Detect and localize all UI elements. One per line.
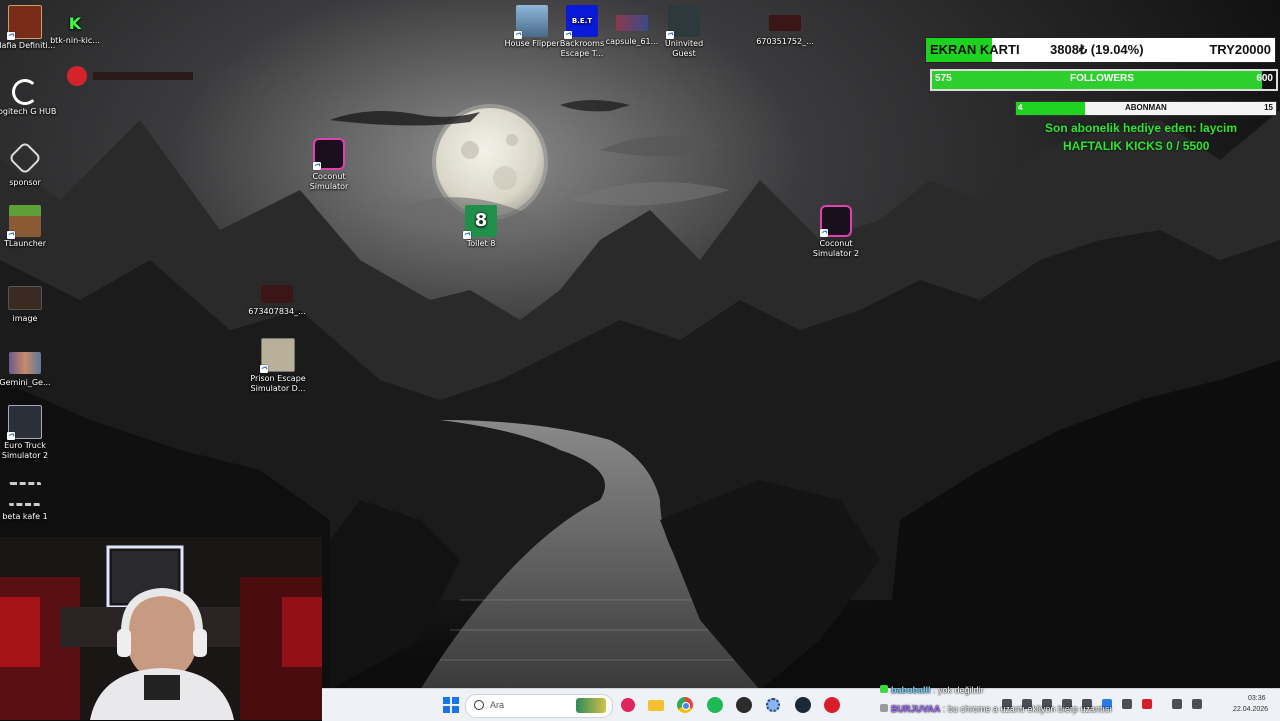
obs-icon[interactable] (733, 694, 755, 716)
weekly-kicks-text: HAFTALIK KICKS 0 / 5500 (1063, 139, 1210, 153)
desktop-icon-label: Euro Truck Simulator 2 (1, 441, 49, 460)
sponsor-icon (8, 141, 42, 175)
chat-username: BURJUVAA (891, 704, 941, 714)
desktop-icon-label: Coconut Simulator 2 (812, 239, 860, 258)
taskbar: Ara 03:36 22.04.2026 (322, 688, 1280, 721)
gpu-goal-target: TRY20000 (1209, 42, 1271, 57)
toilet-8-icon: 8 (463, 205, 497, 239)
desktop-icon-logitech[interactable]: Logitech G HUB (0, 75, 57, 117)
followers-goal: 575 FOLLOWERS 600 (930, 69, 1278, 91)
image-thumb-icon (769, 15, 801, 31)
desktop-icon-image[interactable]: image (0, 282, 57, 324)
followers-goal-value: 600 (1256, 73, 1273, 84)
chat-text: : yok değildir (933, 685, 984, 695)
tlauncher-icon (7, 205, 41, 239)
gpu-donation-goal: EKRAN KARTI 3808₺ (19.04%) TRY20000 (925, 37, 1276, 63)
uninvited-guest-icon (666, 5, 700, 39)
desktop-icon-toilet8[interactable]: 8 Toilet 8 (449, 205, 513, 249)
tray-icon[interactable] (1192, 699, 1202, 709)
desktop-icon-label: image (12, 314, 38, 323)
house-flipper-icon (514, 5, 548, 39)
desktop-icon-label: 670351752_... (756, 37, 814, 46)
webcam-feed (0, 537, 322, 720)
tray-icon[interactable] (1142, 699, 1152, 709)
backrooms-icon: B.E.T (564, 5, 598, 39)
subs-progress-fill (1016, 102, 1086, 115)
desktop-icon-670351752[interactable]: 670351752_... (753, 15, 817, 47)
app-icon[interactable] (821, 694, 843, 716)
desktop-icon-tlauncher[interactable]: TLauncher (0, 205, 57, 249)
chat-username: babuballl (891, 685, 931, 695)
gpu-goal-label: EKRAN KARTI (930, 42, 1020, 57)
chat-message: babuballl : yok değildir (880, 685, 984, 695)
red-logo-widget (67, 66, 197, 86)
desktop-icon-label: Logitech G HUB (0, 107, 57, 116)
desktop-icon-label: Toilet 8 (466, 239, 496, 248)
chat-text: : bu chrome a uzantı ekliyon bierp uzant… (942, 704, 1112, 714)
clock-date[interactable]: 22.04.2026 (1233, 706, 1268, 713)
desktop-icon-label: TLauncher (3, 239, 47, 248)
gpu-goal-amount: 3808₺ (19.04%) (1050, 42, 1144, 57)
last-gift-sub-text: Son abonelik hediye eden: laycim (1045, 121, 1238, 135)
folder-icon[interactable] (645, 694, 667, 716)
coconut-simulator-icon (820, 205, 852, 237)
tray-icon[interactable] (1172, 699, 1182, 709)
clock-time[interactable]: 03:36 (1248, 695, 1266, 702)
coconut-simulator-icon (313, 138, 345, 170)
desktop-icon-label: Gemini_Ge... (0, 378, 51, 387)
start-icon[interactable] (440, 694, 462, 716)
chrome-icon[interactable] (674, 694, 696, 716)
prison-escape-icon (260, 338, 295, 373)
desktop-icon-label: Coconut Simulator (309, 172, 349, 191)
followers-label: FOLLOWERS (1070, 73, 1134, 84)
followers-current: 575 (935, 73, 952, 84)
chat-user-icon (880, 685, 888, 693)
image-icon (8, 286, 42, 310)
desktop-icon-betakafe[interactable]: beta kafe 1 (0, 480, 57, 522)
media-icon[interactable] (617, 694, 639, 716)
desktop-icon-label: sponsor (9, 178, 41, 187)
steam-icon[interactable] (792, 694, 814, 716)
subs-label: ABONMAN (1125, 103, 1167, 112)
image-thumb-icon (261, 285, 293, 303)
desktop-icon-eurotruck[interactable]: Euro Truck Simulator 2 (0, 405, 57, 461)
search-icon (474, 700, 484, 710)
mafia-game-icon (7, 5, 42, 40)
chat-message: BURJUVAA : bu chrome a uzantı ekliyon bi… (880, 704, 1112, 714)
desktop-icon-label: btk-nin-kic... (50, 36, 100, 45)
chat-user-icon (880, 704, 888, 712)
desktop-icon-label: 673407834_... (248, 307, 306, 316)
subs-goal: 4 ABONMAN 15 (1015, 101, 1277, 116)
desktop-icon-label: Uninvited Guest (664, 39, 704, 58)
desktop-icon-coconut2[interactable]: Coconut Simulator 2 (804, 205, 868, 259)
capsule-image-icon (616, 15, 648, 31)
kick-icon: K (68, 14, 82, 33)
subs-goal-value: 15 (1264, 103, 1273, 112)
subs-current: 4 (1018, 103, 1023, 112)
taskbar-search-box[interactable]: Ara (465, 694, 613, 718)
desktop-icon-673407834[interactable]: 673407834_... (245, 283, 309, 317)
desktop-icon-label: Prison Escape Simulator D... (250, 374, 306, 393)
desktop-icon-sponsor[interactable]: sponsor (0, 140, 57, 188)
spotify-icon[interactable] (704, 694, 726, 716)
desktop-icon-coconut[interactable]: Coconut Simulator (297, 138, 361, 192)
film-icon (9, 482, 41, 506)
logitech-g-hub-icon (12, 79, 38, 105)
search-highlight-icon (576, 698, 606, 713)
tray-icon[interactable] (1122, 699, 1132, 709)
desktop-icon-prison-escape[interactable]: Prison Escape Simulator D... (246, 338, 310, 394)
desktop-icon-kick[interactable]: K btk-nin-kic... (43, 12, 107, 46)
settings-icon[interactable] (762, 694, 784, 716)
desktop-icon-gemini[interactable]: Gemini_Ge... (0, 348, 57, 388)
gemini-image-icon (9, 352, 41, 374)
desktop-icon-label: beta kafe 1 (2, 512, 48, 521)
euro-truck-icon (7, 405, 42, 440)
search-placeholder: Ara (490, 700, 505, 710)
desktop-icon-uninvited[interactable]: Uninvited Guest (652, 5, 716, 59)
